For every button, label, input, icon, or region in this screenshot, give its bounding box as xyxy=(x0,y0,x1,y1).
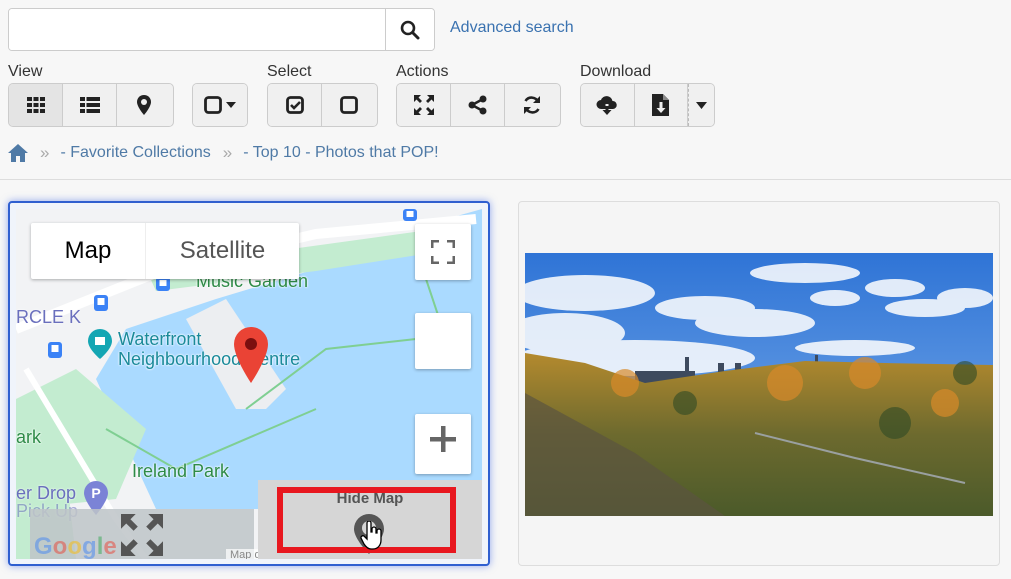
download-label: Download xyxy=(580,63,652,80)
actions-button-group xyxy=(396,83,561,127)
select-dropdown-button[interactable] xyxy=(193,84,247,126)
select-button-group xyxy=(267,83,378,127)
select-dropdown[interactable] xyxy=(192,83,248,127)
share-button[interactable] xyxy=(451,84,505,126)
transit-stop-icon xyxy=(156,277,170,291)
download-options-toggle[interactable] xyxy=(688,84,714,126)
photo-card[interactable] xyxy=(518,201,1000,566)
select-label: Select xyxy=(267,63,312,80)
hand-pointer-cursor-icon xyxy=(360,521,384,551)
select-none-button[interactable] xyxy=(322,84,376,126)
breadcrumb-item-favorite-collections[interactable]: - Favorite Collections xyxy=(60,144,210,162)
refresh-icon xyxy=(522,95,542,115)
map-label-waterfront-line2: Neighbourhood Centre xyxy=(118,349,301,369)
street-view-control[interactable] xyxy=(415,313,471,369)
map-label-circle-k: RCLE K xyxy=(16,307,82,327)
refresh-button[interactable] xyxy=(505,84,559,126)
map-label-ireland-park: Ireland Park xyxy=(132,461,230,481)
breadcrumb-separator: » xyxy=(40,143,50,162)
map-label-park: ark xyxy=(16,427,42,447)
caret-down-icon xyxy=(226,102,236,108)
map-type-satellite-button[interactable]: Satellite xyxy=(145,223,299,279)
breadcrumb-separator: » xyxy=(222,143,233,162)
transit-stop-icon xyxy=(403,209,417,221)
breadcrumb: » - Favorite Collections » - Top 10 - Ph… xyxy=(8,143,439,163)
photo-thumbnail[interactable] xyxy=(525,253,993,516)
file-download-icon xyxy=(651,94,670,116)
download-button-group xyxy=(580,83,715,127)
search-button[interactable] xyxy=(385,9,434,50)
zoom-in-button[interactable] xyxy=(415,414,471,474)
header-divider xyxy=(0,179,1011,180)
google-logo: Google xyxy=(34,533,117,559)
svg-text:P: P xyxy=(91,485,100,501)
transit-stop-icon xyxy=(94,295,108,311)
expand-button[interactable] xyxy=(397,84,451,126)
list-view-icon xyxy=(79,97,100,113)
breadcrumb-item-top-10[interactable]: - Top 10 - Photos that POP! xyxy=(243,144,438,162)
expand-arrows-icon xyxy=(413,95,434,115)
map-label-waterfront: Waterfront Neighbourhood Centre xyxy=(118,329,300,369)
cloud-download-icon xyxy=(596,94,618,116)
check-square-icon xyxy=(285,96,304,114)
grid-view-button[interactable] xyxy=(9,84,63,126)
zoom-in-icon xyxy=(430,426,456,452)
share-icon xyxy=(468,95,488,115)
view-button-group xyxy=(8,83,174,127)
search-icon xyxy=(400,20,420,40)
transit-stop-icon xyxy=(48,342,62,358)
home-icon[interactable] xyxy=(8,144,28,162)
map-type-map-button[interactable]: Map xyxy=(31,223,145,279)
advanced-search-link[interactable]: Advanced search xyxy=(450,19,574,37)
expand-arrows-icon xyxy=(121,514,163,556)
map-fullscreen-button[interactable] xyxy=(415,224,471,280)
search-group xyxy=(8,8,435,51)
hide-map-label: Hide Map xyxy=(336,490,404,507)
map-canvas[interactable]: Music Garden RCLE K Waterfront Neighbour… xyxy=(16,209,482,559)
file-download-button[interactable] xyxy=(634,84,689,126)
map-card: Music Garden RCLE K Waterfront Neighbour… xyxy=(8,201,490,566)
map-type-control: Map Satellite xyxy=(31,223,299,279)
fullscreen-icon xyxy=(431,240,455,264)
list-view-button[interactable] xyxy=(63,84,117,126)
map-label-waterfront-line1: Waterfront xyxy=(118,329,202,349)
actions-label: Actions xyxy=(396,63,449,80)
cloud-download-button[interactable] xyxy=(581,84,635,126)
square-icon xyxy=(340,96,358,114)
photo-image xyxy=(525,253,993,516)
checkbox-empty-icon xyxy=(204,96,222,114)
search-input[interactable] xyxy=(9,9,385,50)
grid-view-icon xyxy=(26,97,45,113)
view-label: View xyxy=(8,63,43,80)
map-view-button[interactable] xyxy=(117,84,171,126)
map-marker-icon xyxy=(137,95,151,115)
select-all-button[interactable] xyxy=(268,84,322,126)
poi-community-centre-icon xyxy=(88,329,112,359)
map-marker-pin-icon[interactable] xyxy=(234,327,268,383)
caret-down-icon xyxy=(696,101,708,109)
